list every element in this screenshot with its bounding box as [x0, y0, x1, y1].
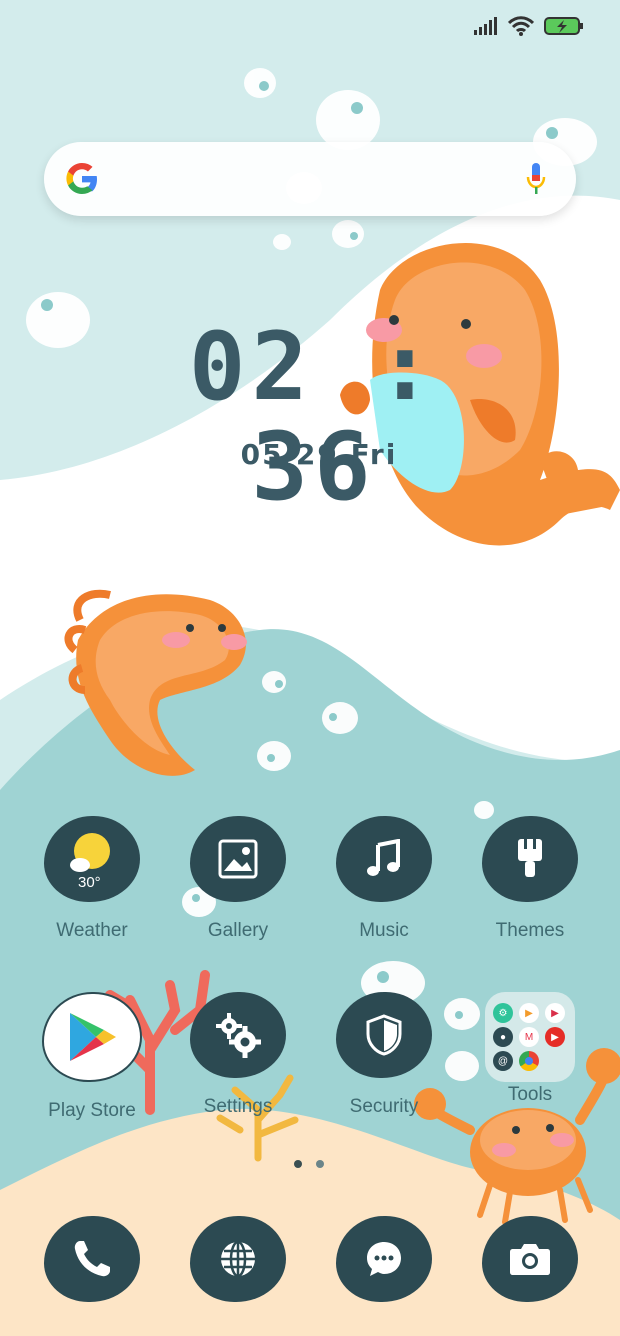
paintbrush-icon: [482, 816, 578, 902]
folder-icon: ⚙ ▶ ▶ ● M ▶ @: [485, 992, 575, 1082]
wifi-icon: [508, 16, 534, 36]
gear-icon: [190, 992, 286, 1078]
app-play-store[interactable]: Play Store: [22, 992, 162, 1122]
app-label: Settings: [203, 1096, 273, 1117]
weather-sun-icon: 30°: [44, 816, 140, 902]
clock-time[interactable]: 02 : 36: [164, 318, 464, 518]
gallery-icon: [190, 816, 286, 902]
camera-icon: [482, 1216, 578, 1302]
microphone-icon[interactable]: [526, 161, 546, 197]
dock-phone[interactable]: [22, 1216, 162, 1302]
app-label: Security: [349, 1096, 419, 1117]
app-music[interactable]: Music: [314, 816, 454, 942]
dock-browser[interactable]: [168, 1216, 308, 1302]
play-store-icon: [42, 992, 142, 1082]
page-dot-active: [294, 1160, 302, 1168]
status-bar: [474, 16, 584, 36]
app-security[interactable]: Security: [314, 992, 454, 1118]
browser-globe-icon: [190, 1216, 286, 1302]
messages-icon: [336, 1216, 432, 1302]
music-note-icon: [336, 816, 432, 902]
app-themes[interactable]: Themes: [460, 816, 600, 942]
battery-charging-icon: [544, 17, 583, 35]
app-label: Gallery: [207, 920, 269, 941]
page-indicator: [294, 1160, 324, 1168]
app-gallery[interactable]: Gallery: [168, 816, 308, 942]
app-label: Play Store: [48, 1100, 136, 1121]
weather-temp: 30°: [78, 874, 101, 891]
search-bar[interactable]: [44, 142, 576, 216]
app-label: Themes: [495, 920, 565, 941]
shield-icon: [336, 992, 432, 1078]
phone-icon: [44, 1216, 140, 1302]
app-label: Weather: [56, 920, 128, 941]
app-weather[interactable]: 30° Weather: [22, 816, 162, 942]
app-tools-folder[interactable]: ⚙ ▶ ▶ ● M ▶ @ Tools: [460, 992, 600, 1106]
app-settings[interactable]: Settings: [168, 992, 308, 1118]
dock-messages[interactable]: [314, 1216, 454, 1302]
signal-bars-icon: [474, 17, 497, 35]
app-label: Tools: [507, 1084, 553, 1105]
google-g-icon: [66, 163, 97, 194]
dock-camera[interactable]: [460, 1216, 600, 1302]
app-label: Music: [359, 920, 409, 941]
page-dot: [316, 1160, 324, 1168]
clock-date[interactable]: 05/29 Fri: [234, 438, 404, 471]
